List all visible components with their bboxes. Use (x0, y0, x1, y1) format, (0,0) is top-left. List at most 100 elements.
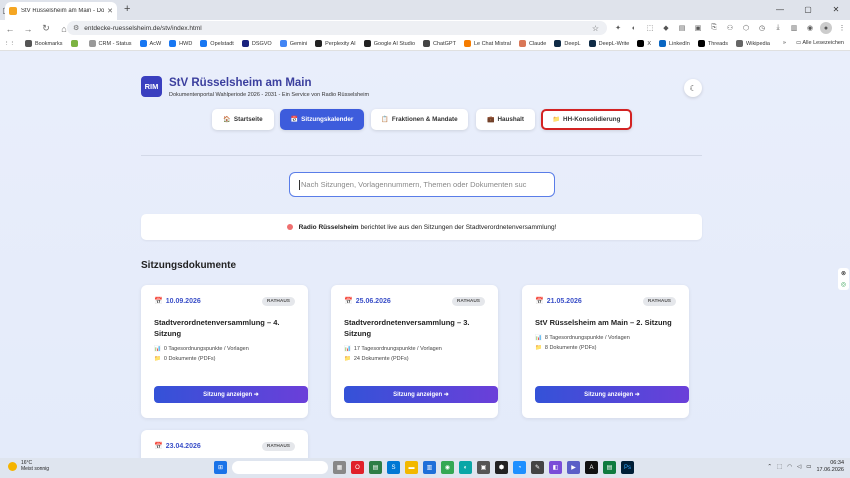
bookmark-item[interactable]: ChatGPT (423, 40, 456, 47)
reload-icon[interactable]: ↻ (38, 23, 54, 34)
close-window-icon[interactable]: ✕ (822, 0, 850, 18)
live-brand: Radio Rüsselsheim (298, 223, 359, 231)
chrome-icon[interactable]: ◉ (441, 461, 454, 474)
extension-icon[interactable]: ⤓ (772, 22, 784, 34)
maximize-icon[interactable]: ▢ (794, 0, 822, 18)
site-info-icon[interactable]: ⚙ (73, 24, 79, 32)
app-tray-icon[interactable]: ⬚ (777, 464, 782, 470)
battery-icon[interactable]: ▭ (806, 464, 811, 470)
extension-icon[interactable]: ▣ (692, 22, 704, 34)
bookmark-item[interactable]: HWD (169, 40, 192, 47)
app-icon[interactable]: A (585, 461, 598, 474)
sun-icon (8, 461, 17, 471)
bookmark-label: Gemini (289, 40, 308, 47)
extension-icon[interactable]: ⚇ (724, 22, 736, 34)
app-icon[interactable]: ◐ (459, 461, 472, 474)
more-bookmarks-icon[interactable]: » (783, 40, 786, 46)
apps-icon[interactable]: ⋮⋮ (4, 41, 15, 47)
photoshop-icon[interactable]: Ps (621, 461, 634, 474)
opera-icon[interactable]: O (351, 461, 364, 474)
volume-icon[interactable]: ◁ (797, 464, 801, 470)
browser-tab[interactable]: StV Rüsselsheim am Main - Do ✕ (5, 2, 117, 20)
wifi-icon[interactable]: ◠ (787, 464, 792, 470)
clock[interactable]: 06:34 17.06.2026 (816, 460, 844, 474)
bookmark-item[interactable]: Bookmarks (25, 40, 63, 47)
menu-icon[interactable]: ⋮ (836, 22, 848, 34)
bookmark-item[interactable]: Wikipedia (736, 40, 770, 47)
app-icon[interactable]: ▤ (603, 461, 616, 474)
bookmark-label: CRM - Status (98, 40, 132, 47)
bookmark-item[interactable]: Opelstadt (200, 40, 234, 47)
side-widget[interactable]: ⊗ ◎ (838, 268, 849, 290)
calendar-icon: 📅 (535, 298, 544, 305)
taskbar-search[interactable]: ⌕ Suche (232, 461, 328, 474)
bookmark-item[interactable]: Gemini (279, 40, 308, 47)
bookmark-item[interactable]: Perplexity AI (315, 40, 356, 47)
extension-icon[interactable]: ✦ (612, 22, 624, 34)
app-icon[interactable]: ◧ (549, 461, 562, 474)
bookmark-favicon-icon (659, 40, 667, 47)
show-session-button[interactable]: Sitzung anzeigen ➜ (535, 386, 689, 403)
extension-icon[interactable]: ⎘ (708, 22, 720, 34)
close-icon[interactable]: ⊗ (841, 270, 846, 277)
extension-icon[interactable]: ◆ (660, 22, 672, 34)
all-bookmarks-link[interactable]: ▭ Alle Lesezeichen (796, 40, 844, 46)
extension-icon[interactable]: ▤ (676, 22, 688, 34)
extension-icon[interactable]: ◐ (628, 22, 640, 34)
bookmark-item[interactable]: LinkedIn (659, 40, 690, 47)
widget-icon[interactable]: ◎ (841, 281, 846, 288)
bookmark-item[interactable]: AcW (139, 40, 161, 47)
site-logo[interactable]: RIM (141, 76, 162, 97)
nav-fraktionen-mandate[interactable]: 📋 Fraktionen & Mandate (371, 109, 468, 130)
bookmark-star-icon[interactable]: ☆ (592, 24, 599, 33)
search-input[interactable]: Nach Sitzungen, Vorlagennummern, Themen … (289, 172, 555, 197)
nav-startseite[interactable]: 🏠 Startseite (212, 109, 274, 130)
page-title: StV Rüsselsheim am Main (169, 77, 312, 89)
nav-sitzungskalender[interactable]: 📅 Sitzungskalender (280, 109, 364, 130)
windows-start-icon[interactable]: ⊞ (214, 461, 227, 474)
bookmark-item[interactable]: Threads (697, 40, 728, 47)
bookmark-item[interactable]: X (637, 40, 651, 47)
bookmark-item[interactable]: DeepL (554, 40, 581, 47)
profile-avatar[interactable]: ● (820, 22, 832, 34)
bookmark-label: DeepL-Write (598, 40, 630, 47)
close-tab-icon[interactable]: ✕ (107, 7, 113, 15)
new-tab-icon[interactable]: + (124, 3, 130, 15)
extension-icon[interactable]: ⬡ (740, 22, 752, 34)
bookmark-item[interactable]: DeepL-Write (588, 40, 630, 47)
app-icon[interactable]: ▥ (423, 461, 436, 474)
bookmark-item[interactable]: Claude (518, 40, 546, 47)
nav-haushalt[interactable]: 💼 Haushalt (476, 109, 535, 130)
back-icon[interactable]: ← (2, 24, 18, 34)
extension-icon[interactable]: ◉ (804, 22, 816, 34)
nav-hh-konsolidierung[interactable]: 📁 HH-Konsolidierung (541, 109, 632, 130)
app-icon[interactable]: ▤ (369, 461, 382, 474)
address-bar[interactable]: ⚙ entdecke-ruesselsheim.de/stv/index.htm… (67, 21, 607, 35)
extension-icon[interactable]: ▥ (788, 22, 800, 34)
chevron-up-icon[interactable]: ⌃ (767, 464, 772, 470)
app-icon[interactable]: ⬢ (495, 461, 508, 474)
calendar-icon: 📅 (154, 443, 163, 450)
extension-icon[interactable]: ⬚ (644, 22, 656, 34)
bookmark-item[interactable] (70, 40, 81, 47)
extension-icon[interactable]: ◷ (756, 22, 768, 34)
page-content: RIM StV Rüsselsheim am Main Dokumentenpo… (0, 51, 850, 458)
app-icon[interactable]: ✎ (531, 461, 544, 474)
forward-icon[interactable]: → (20, 24, 36, 34)
app-icon[interactable]: ▦ (333, 461, 346, 474)
minimize-icon[interactable]: — (766, 0, 794, 18)
file-explorer-icon[interactable]: ▬ (405, 461, 418, 474)
show-session-button[interactable]: Sitzung anzeigen ➜ (344, 386, 498, 403)
nav-label: Startseite (233, 116, 263, 123)
show-session-button[interactable]: Sitzung anzeigen ➜ (154, 386, 308, 403)
weather-widget[interactable]: 16°C Meist sonnig (8, 460, 49, 472)
bookmark-item[interactable]: DSGVO (241, 40, 272, 47)
bookmark-item[interactable]: Le Chat Mistral (463, 40, 511, 47)
bookmark-item[interactable]: Google AI Studio (363, 40, 415, 47)
app-icon[interactable]: ▣ (477, 461, 490, 474)
app-icon[interactable]: ◔ (513, 461, 526, 474)
app-icon[interactable]: ▶ (567, 461, 580, 474)
app-icon[interactable]: S (387, 461, 400, 474)
dark-mode-toggle[interactable]: ☾ (684, 79, 702, 97)
bookmark-item[interactable]: CRM - Status (88, 40, 132, 47)
